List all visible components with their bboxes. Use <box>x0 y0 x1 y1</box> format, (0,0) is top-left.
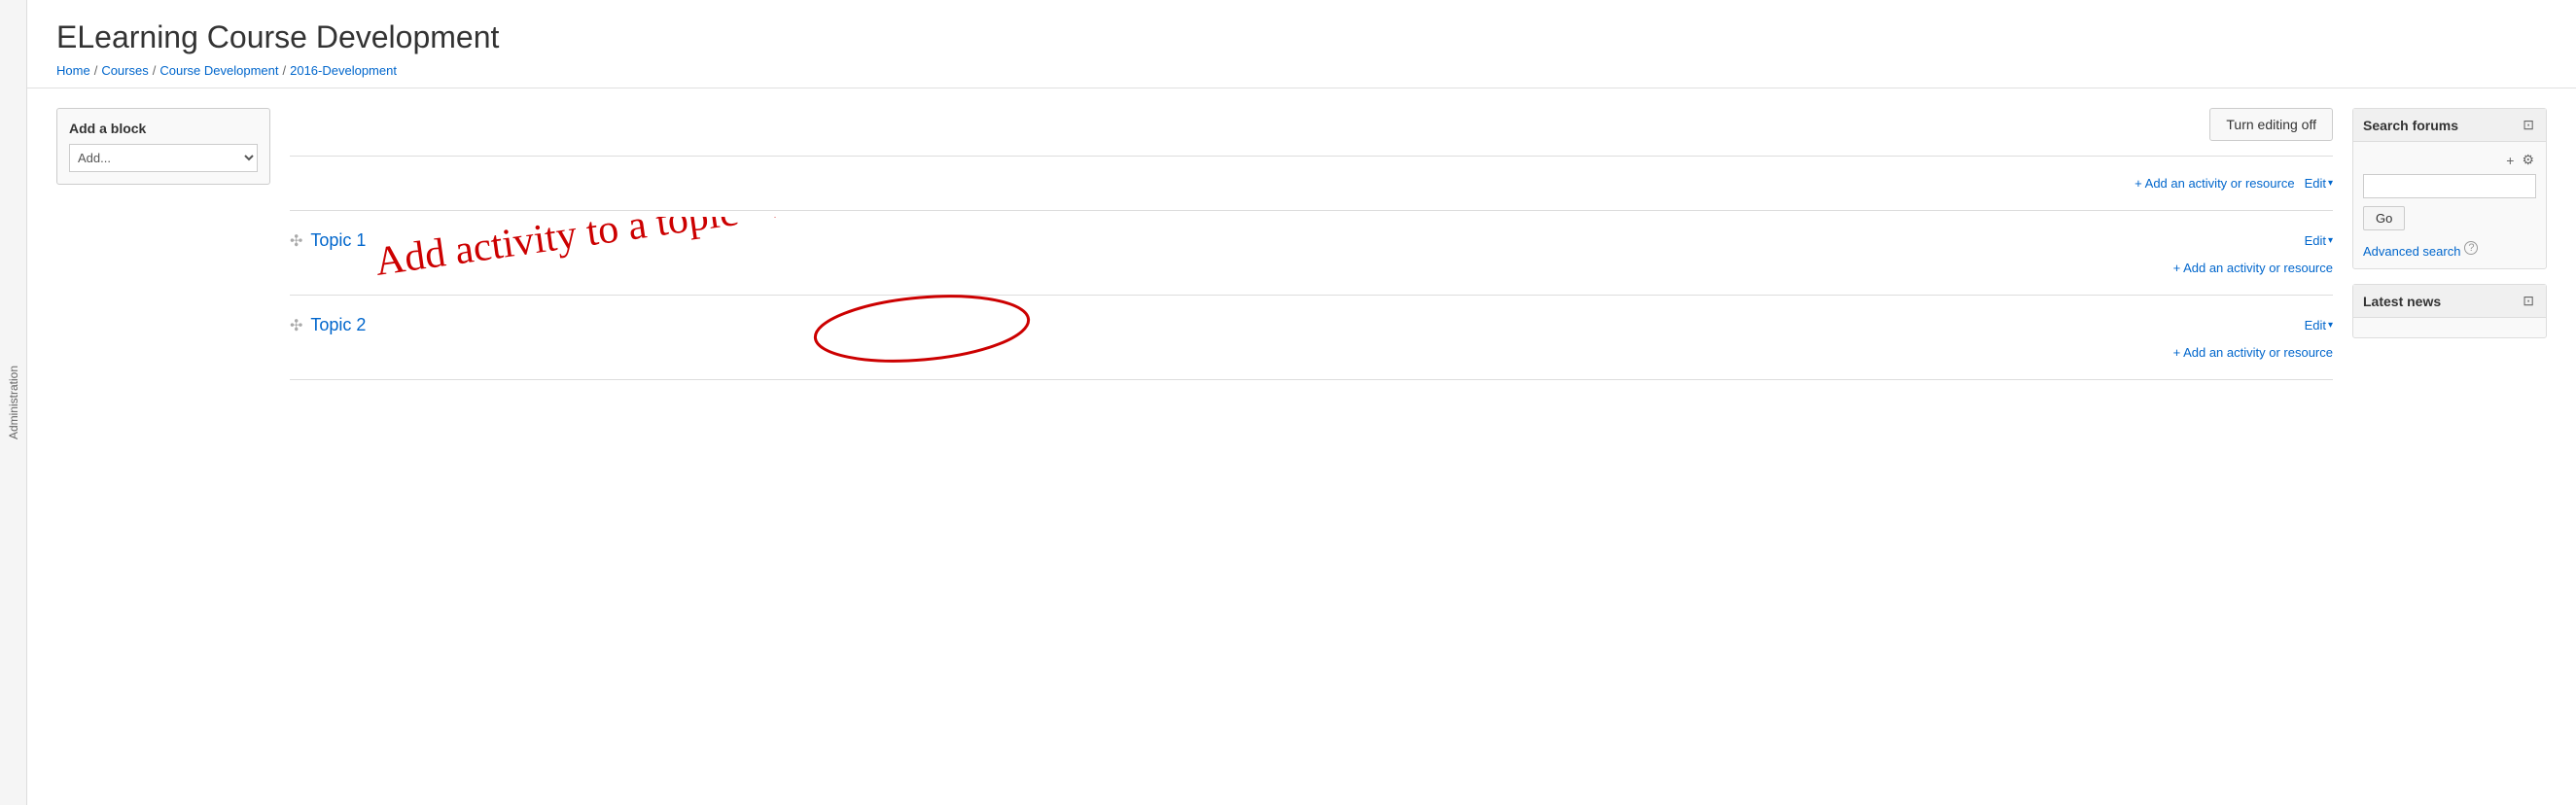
breadcrumb: Home / Courses / Course Development / 20… <box>56 63 2547 78</box>
search-forums-icons: ⊡ <box>2521 117 2536 133</box>
breadcrumb-current[interactable]: 2016-Development <box>290 63 397 78</box>
add-block-title: Add a block <box>69 121 258 136</box>
breadcrumb-course-dev[interactable]: Course Development <box>159 63 278 78</box>
admin-sidebar[interactable]: Administration <box>0 0 27 805</box>
topic2-label-area: ✣ Topic 2 <box>290 315 366 335</box>
topic1-header-row: ✣ Topic 1 Edit ▾ <box>290 226 2333 256</box>
breadcrumb-sep-2: / <box>153 63 157 78</box>
add-block-select[interactable]: Add... <box>69 144 258 172</box>
advanced-search-help-icon[interactable]: ? <box>2464 241 2478 255</box>
top-actions: Turn editing off <box>290 108 2333 141</box>
latest-news-block: Latest news ⊡ <box>2352 284 2547 338</box>
intro-edit-caret: ▾ <box>2328 178 2333 189</box>
advanced-search-link[interactable]: Advanced search <box>2363 244 2460 259</box>
topic2-title-link[interactable]: Topic 2 <box>310 315 366 335</box>
topic1-edit-caret: ▾ <box>2328 235 2333 246</box>
section-topic1: ✣ Topic 1 Edit ▾ Add activity to a topic… <box>290 210 2333 295</box>
topic2-move-handle[interactable]: ✣ <box>290 316 302 335</box>
main-content: Turn editing off + Add an activity or re… <box>290 108 2333 380</box>
admin-sidebar-label: Administration <box>7 366 20 439</box>
breadcrumb-courses[interactable]: Courses <box>101 63 148 78</box>
topic1-add-activity-link[interactable]: + Add an activity or resource <box>2173 261 2333 275</box>
search-forums-collapse-btn[interactable]: ⊡ <box>2521 117 2536 133</box>
topic1-move-handle[interactable]: ✣ <box>290 231 302 251</box>
latest-news-title: Latest news <box>2363 294 2441 309</box>
latest-news-body <box>2353 318 2546 337</box>
search-forums-body: + ⚙ Go Advanced search ? <box>2353 142 2546 268</box>
intro-edit-link[interactable]: Edit ▾ <box>2305 176 2333 191</box>
topic2-header-row: ✣ Topic 2 Edit ▾ <box>290 310 2333 340</box>
add-block-box: Add a block Add... <box>56 108 270 185</box>
topic2-right-actions: Edit ▾ <box>2305 318 2333 332</box>
search-forums-settings-btn[interactable]: ⚙ <box>2520 152 2536 168</box>
search-forums-block: Search forums ⊡ + ⚙ Go Advanced search ? <box>2352 108 2547 269</box>
topic2-add-activity-link[interactable]: + Add an activity or resource <box>2173 345 2333 360</box>
search-forums-header: Search forums ⊡ <box>2353 109 2546 142</box>
page-header: ELearning Course Development Home / Cour… <box>27 0 2576 88</box>
section-topic2: ✣ Topic 2 Edit ▾ + Add an activity or re… <box>290 295 2333 380</box>
topic1-label-area: ✣ Topic 1 <box>290 230 366 251</box>
topic2-activity-row: + Add an activity or resource <box>290 340 2333 365</box>
left-sidebar: Add a block Add... <box>56 108 270 380</box>
breadcrumb-home[interactable]: Home <box>56 63 90 78</box>
right-sidebar: Search forums ⊡ + ⚙ Go Advanced search ? <box>2352 108 2547 380</box>
intro-add-activity-link[interactable]: + Add an activity or resource <box>2135 176 2294 191</box>
intro-activity-row: + Add an activity or resource Edit ▾ <box>290 171 2333 195</box>
search-forums-input[interactable] <box>2363 174 2536 198</box>
latest-news-icons: ⊡ <box>2521 293 2536 309</box>
latest-news-header: Latest news ⊡ <box>2353 285 2546 318</box>
turn-editing-off-button[interactable]: Turn editing off <box>2209 108 2333 141</box>
topic2-edit-link[interactable]: Edit ▾ <box>2305 318 2333 332</box>
topic2-edit-caret: ▾ <box>2328 320 2333 331</box>
breadcrumb-sep-3: / <box>282 63 286 78</box>
search-forums-title: Search forums <box>2363 118 2458 133</box>
page-title: ELearning Course Development <box>56 19 2547 55</box>
topic1-activity-row: + Add an activity or resource <box>290 256 2333 280</box>
topic1-edit-link[interactable]: Edit ▾ <box>2305 233 2333 248</box>
section-intro: + Add an activity or resource Edit ▾ <box>290 156 2333 210</box>
topic1-title-link[interactable]: Topic 1 <box>310 230 366 251</box>
topic1-right-actions: Edit ▾ <box>2305 233 2333 248</box>
content-area: Add a block Add... Turn editing off + Ad… <box>27 88 2576 400</box>
search-forums-go-button[interactable]: Go <box>2363 206 2405 230</box>
search-forums-add-btn[interactable]: + <box>2504 152 2516 168</box>
main-wrapper: ELearning Course Development Home / Cour… <box>27 0 2576 400</box>
latest-news-collapse-btn[interactable]: ⊡ <box>2521 293 2536 309</box>
breadcrumb-sep-1: / <box>94 63 98 78</box>
